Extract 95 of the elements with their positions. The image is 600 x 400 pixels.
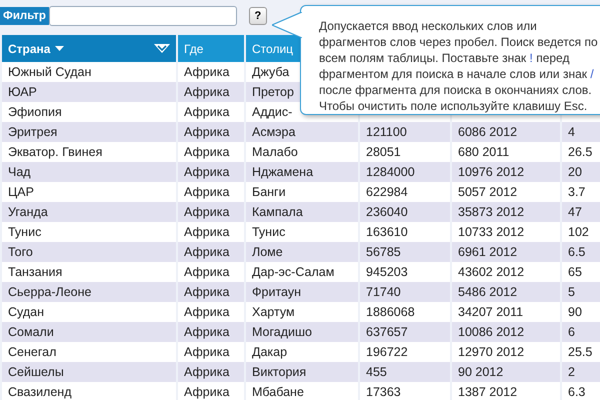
table-cell: Уганда <box>8 205 48 219</box>
table-cell: Африка <box>184 165 230 179</box>
table-cell: 622984 <box>366 185 408 199</box>
table-cell: Тунис <box>252 225 286 239</box>
help-text: Допускается ввод нескольких слов или фрагментов слов через пробел. Поиск ведется по всем полям таблицы. Поставьте знак ! перед фрагментом для поиска в начале слов или знак / после фрагмента для поиска в окончаниях слов. Чтобы очистить поле используйте клавишу Esc. <box>319 18 599 114</box>
table-cell: Того <box>8 245 33 259</box>
table-cell: Африка <box>184 85 230 99</box>
table-cell: Чад <box>8 165 31 179</box>
table-cell: 4 <box>568 125 575 139</box>
table-cell: Африка <box>184 385 230 399</box>
table-cell: 680 2011 <box>458 145 510 159</box>
table-cell: Асмэра <box>252 125 296 139</box>
table-cell: Сомали <box>8 325 54 339</box>
table-cell: 6.5 <box>568 245 586 259</box>
table-cell: 3.7 <box>568 185 586 199</box>
table-cell: 121100 <box>366 125 407 139</box>
table-cell: 90 2012 <box>458 365 504 379</box>
table-cell: 6961 2012 <box>458 245 518 259</box>
table-cell: Африка <box>184 205 230 219</box>
table-cell: Африка <box>184 125 230 139</box>
table-cell: 47 <box>568 205 582 219</box>
table-cell: Южный Судан <box>8 65 92 79</box>
table-cell: 1284000 <box>366 165 415 179</box>
table-cell: 163610 <box>366 225 408 239</box>
table-cell: Африка <box>184 65 230 79</box>
table-cell: Мбабане <box>252 385 304 399</box>
table-cell: 455 <box>366 365 387 379</box>
table-cell: Африка <box>184 145 230 159</box>
table-cell: 28051 <box>366 145 401 159</box>
table-cell: Африка <box>184 105 230 119</box>
table-cell: 1886068 <box>366 305 415 319</box>
table-cell: Эфиопия <box>8 105 62 119</box>
table-cell: Хартум <box>252 305 295 319</box>
table-cell: Сейшелы <box>8 365 64 379</box>
table-cell: 1387 2012 <box>458 385 518 399</box>
table-cell: Кампала <box>252 205 303 219</box>
table-cell: 17363 <box>366 385 401 399</box>
table-cell: 26.5 <box>568 145 592 159</box>
table-cell: 10086 2012 <box>458 325 524 339</box>
table-cell: 196722 <box>366 345 408 359</box>
table-cell: Африка <box>184 265 230 279</box>
table-cell: 6.3 <box>568 385 586 399</box>
table-cell: 6086 2012 <box>458 125 518 139</box>
table-cell: 5486 2012 <box>458 285 518 299</box>
table-cell: Африка <box>184 225 230 239</box>
table-cell: 102 <box>568 225 589 239</box>
table-cell: Экватор. Гвинея <box>8 145 102 159</box>
table-cell: 12970 2012 <box>458 345 524 359</box>
table-cell: ЮАР <box>8 85 37 99</box>
table-cell: Свазиленд <box>8 385 72 399</box>
table-cell: 2 <box>568 365 575 379</box>
table-cell: 34207 2011 <box>458 305 524 319</box>
table-cell: Дар-эс-Салам <box>252 265 334 279</box>
table-cell: Претор <box>252 85 294 99</box>
table-cell: Дакар <box>252 345 288 359</box>
table-cell: Аддис- <box>252 105 292 119</box>
table-cell: Сьерра-Леоне <box>8 285 92 299</box>
table-cell: Тунис <box>8 225 42 239</box>
table-cell: Виктория <box>252 365 306 379</box>
table-cell: Африка <box>184 365 230 379</box>
table-cell: 637657 <box>366 325 408 339</box>
table-cell: Африка <box>184 245 230 259</box>
table-cell: 6 <box>568 325 575 339</box>
table-cell: 35873 2012 <box>458 205 524 219</box>
table-cell: 25.5 <box>568 345 592 359</box>
table-cell: Африка <box>184 325 230 339</box>
table-cell: 10976 2012 <box>458 165 524 179</box>
table-cell: Банги <box>252 185 286 199</box>
table-cell: Фритаун <box>252 285 301 299</box>
table-cell: Малабо <box>252 145 298 159</box>
table-cell: Эритрея <box>8 125 58 139</box>
table-cell: 90 <box>568 305 582 319</box>
table-cell: Нджамена <box>252 165 314 179</box>
table-cell: Африка <box>184 285 230 299</box>
table-cell: 56785 <box>366 245 401 259</box>
table-cell: 43602 2012 <box>458 265 524 279</box>
table-cell: Джуба <box>252 65 290 79</box>
table-cell: ЦАР <box>8 185 34 199</box>
table-cell: 5 <box>568 285 575 299</box>
table-cell: Африка <box>184 185 230 199</box>
table-cell: 945203 <box>366 265 408 279</box>
table-cell: 71740 <box>366 285 401 299</box>
table-cell: 10733 2012 <box>458 225 524 239</box>
table-cell: Сенегал <box>8 345 56 359</box>
table-cell: 5057 2012 <box>458 185 518 199</box>
table-cell: Африка <box>184 345 230 359</box>
table-cell: 65 <box>568 265 582 279</box>
table-cell: 236040 <box>366 205 408 219</box>
filter-label: Фильтр <box>0 7 49 25</box>
table-cell: Могадишо <box>252 325 312 339</box>
table-cell: Судан <box>8 305 44 319</box>
table-cell: Африка <box>184 305 230 319</box>
table-cell: Танзания <box>8 265 62 279</box>
table-cell: 20 <box>568 165 582 179</box>
table-cell: Ломе <box>252 245 283 259</box>
